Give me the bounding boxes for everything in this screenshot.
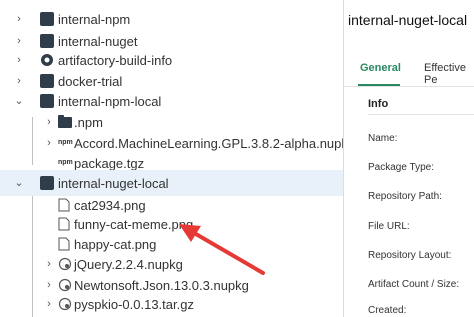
- info-divider: [368, 114, 474, 115]
- file-icon: [58, 237, 72, 251]
- chevron-right-icon[interactable]: ›: [44, 136, 54, 150]
- tab-general[interactable]: General: [360, 62, 401, 74]
- repo-icon: [40, 34, 54, 48]
- build-info-icon: [40, 53, 54, 67]
- annotation-arrow: [179, 224, 265, 275]
- repo-icon: [40, 94, 54, 108]
- tree-item-pyspkio[interactable]: › pyspkio-0.0.13.tar.gz: [0, 291, 343, 317]
- field-repository-path-label: Repository Path:: [368, 191, 442, 202]
- npm-package-icon: npm: [58, 139, 73, 146]
- chevron-right-icon[interactable]: ›: [44, 257, 54, 271]
- tree-item-label: Accord.MachineLearning.GPL.3.8.2-alpha.n…: [74, 135, 343, 151]
- tree-item-label: pyspkio-0.0.13.tar.gz: [74, 296, 194, 312]
- file-icon: [58, 198, 72, 212]
- repo-icon: [40, 74, 54, 88]
- chevron-right-icon[interactable]: ›: [14, 74, 24, 88]
- tree-item-label: artifactory-build-info: [58, 52, 173, 68]
- tab-effective-permissions[interactable]: Effective Pe: [424, 62, 474, 86]
- chevron-right-icon[interactable]: ›: [44, 278, 54, 292]
- repo-icon: [40, 12, 54, 26]
- field-artifact-count-label: Artifact Count / Size:: [368, 279, 460, 290]
- folder-icon: [58, 115, 72, 129]
- details-panel: internal-nuget-local General Effective P…: [344, 0, 474, 317]
- file-icon: [58, 217, 72, 231]
- details-title: internal-nuget-local: [348, 12, 468, 28]
- chevron-right-icon[interactable]: ›: [14, 34, 24, 48]
- nuget-package-icon: [58, 278, 72, 292]
- tree-item-label: docker-trial: [58, 73, 123, 89]
- field-file-url-label: File URL:: [368, 221, 410, 232]
- npm-package-icon: npm: [58, 159, 73, 166]
- tabs-divider: [344, 86, 474, 87]
- chevron-down-icon[interactable]: ⌄: [14, 176, 24, 190]
- info-section-title: Info: [368, 98, 389, 110]
- tree-item-label: internal-nuget-local: [58, 175, 169, 191]
- tree-item-label: happy-cat.png: [74, 236, 157, 252]
- tree-item-label: .npm: [74, 114, 103, 130]
- repo-icon: [40, 176, 54, 190]
- tree-item-label: internal-npm-local: [58, 93, 162, 109]
- tree-item-label: jQuery.2.2.4.nupkg: [74, 256, 183, 272]
- chevron-right-icon[interactable]: ›: [44, 297, 54, 311]
- field-package-type-label: Package Type:: [368, 162, 434, 173]
- tree-item-label: package.tgz: [74, 155, 145, 171]
- field-repository-layout-label: Repository Layout:: [368, 250, 452, 261]
- chevron-right-icon[interactable]: ›: [14, 53, 24, 67]
- field-name-label: Name:: [368, 133, 398, 144]
- nuget-package-icon: [58, 257, 72, 271]
- nuget-package-icon: [58, 297, 72, 311]
- chevron-right-icon[interactable]: ›: [44, 115, 54, 129]
- tree-item-label: internal-npm: [58, 11, 131, 27]
- field-created-label: Created:: [368, 305, 407, 316]
- repository-tree: › internal-npm › internal-nuget › artifa…: [0, 0, 343, 317]
- chevron-down-icon[interactable]: ⌄: [14, 94, 24, 108]
- chevron-right-icon[interactable]: ›: [14, 12, 24, 26]
